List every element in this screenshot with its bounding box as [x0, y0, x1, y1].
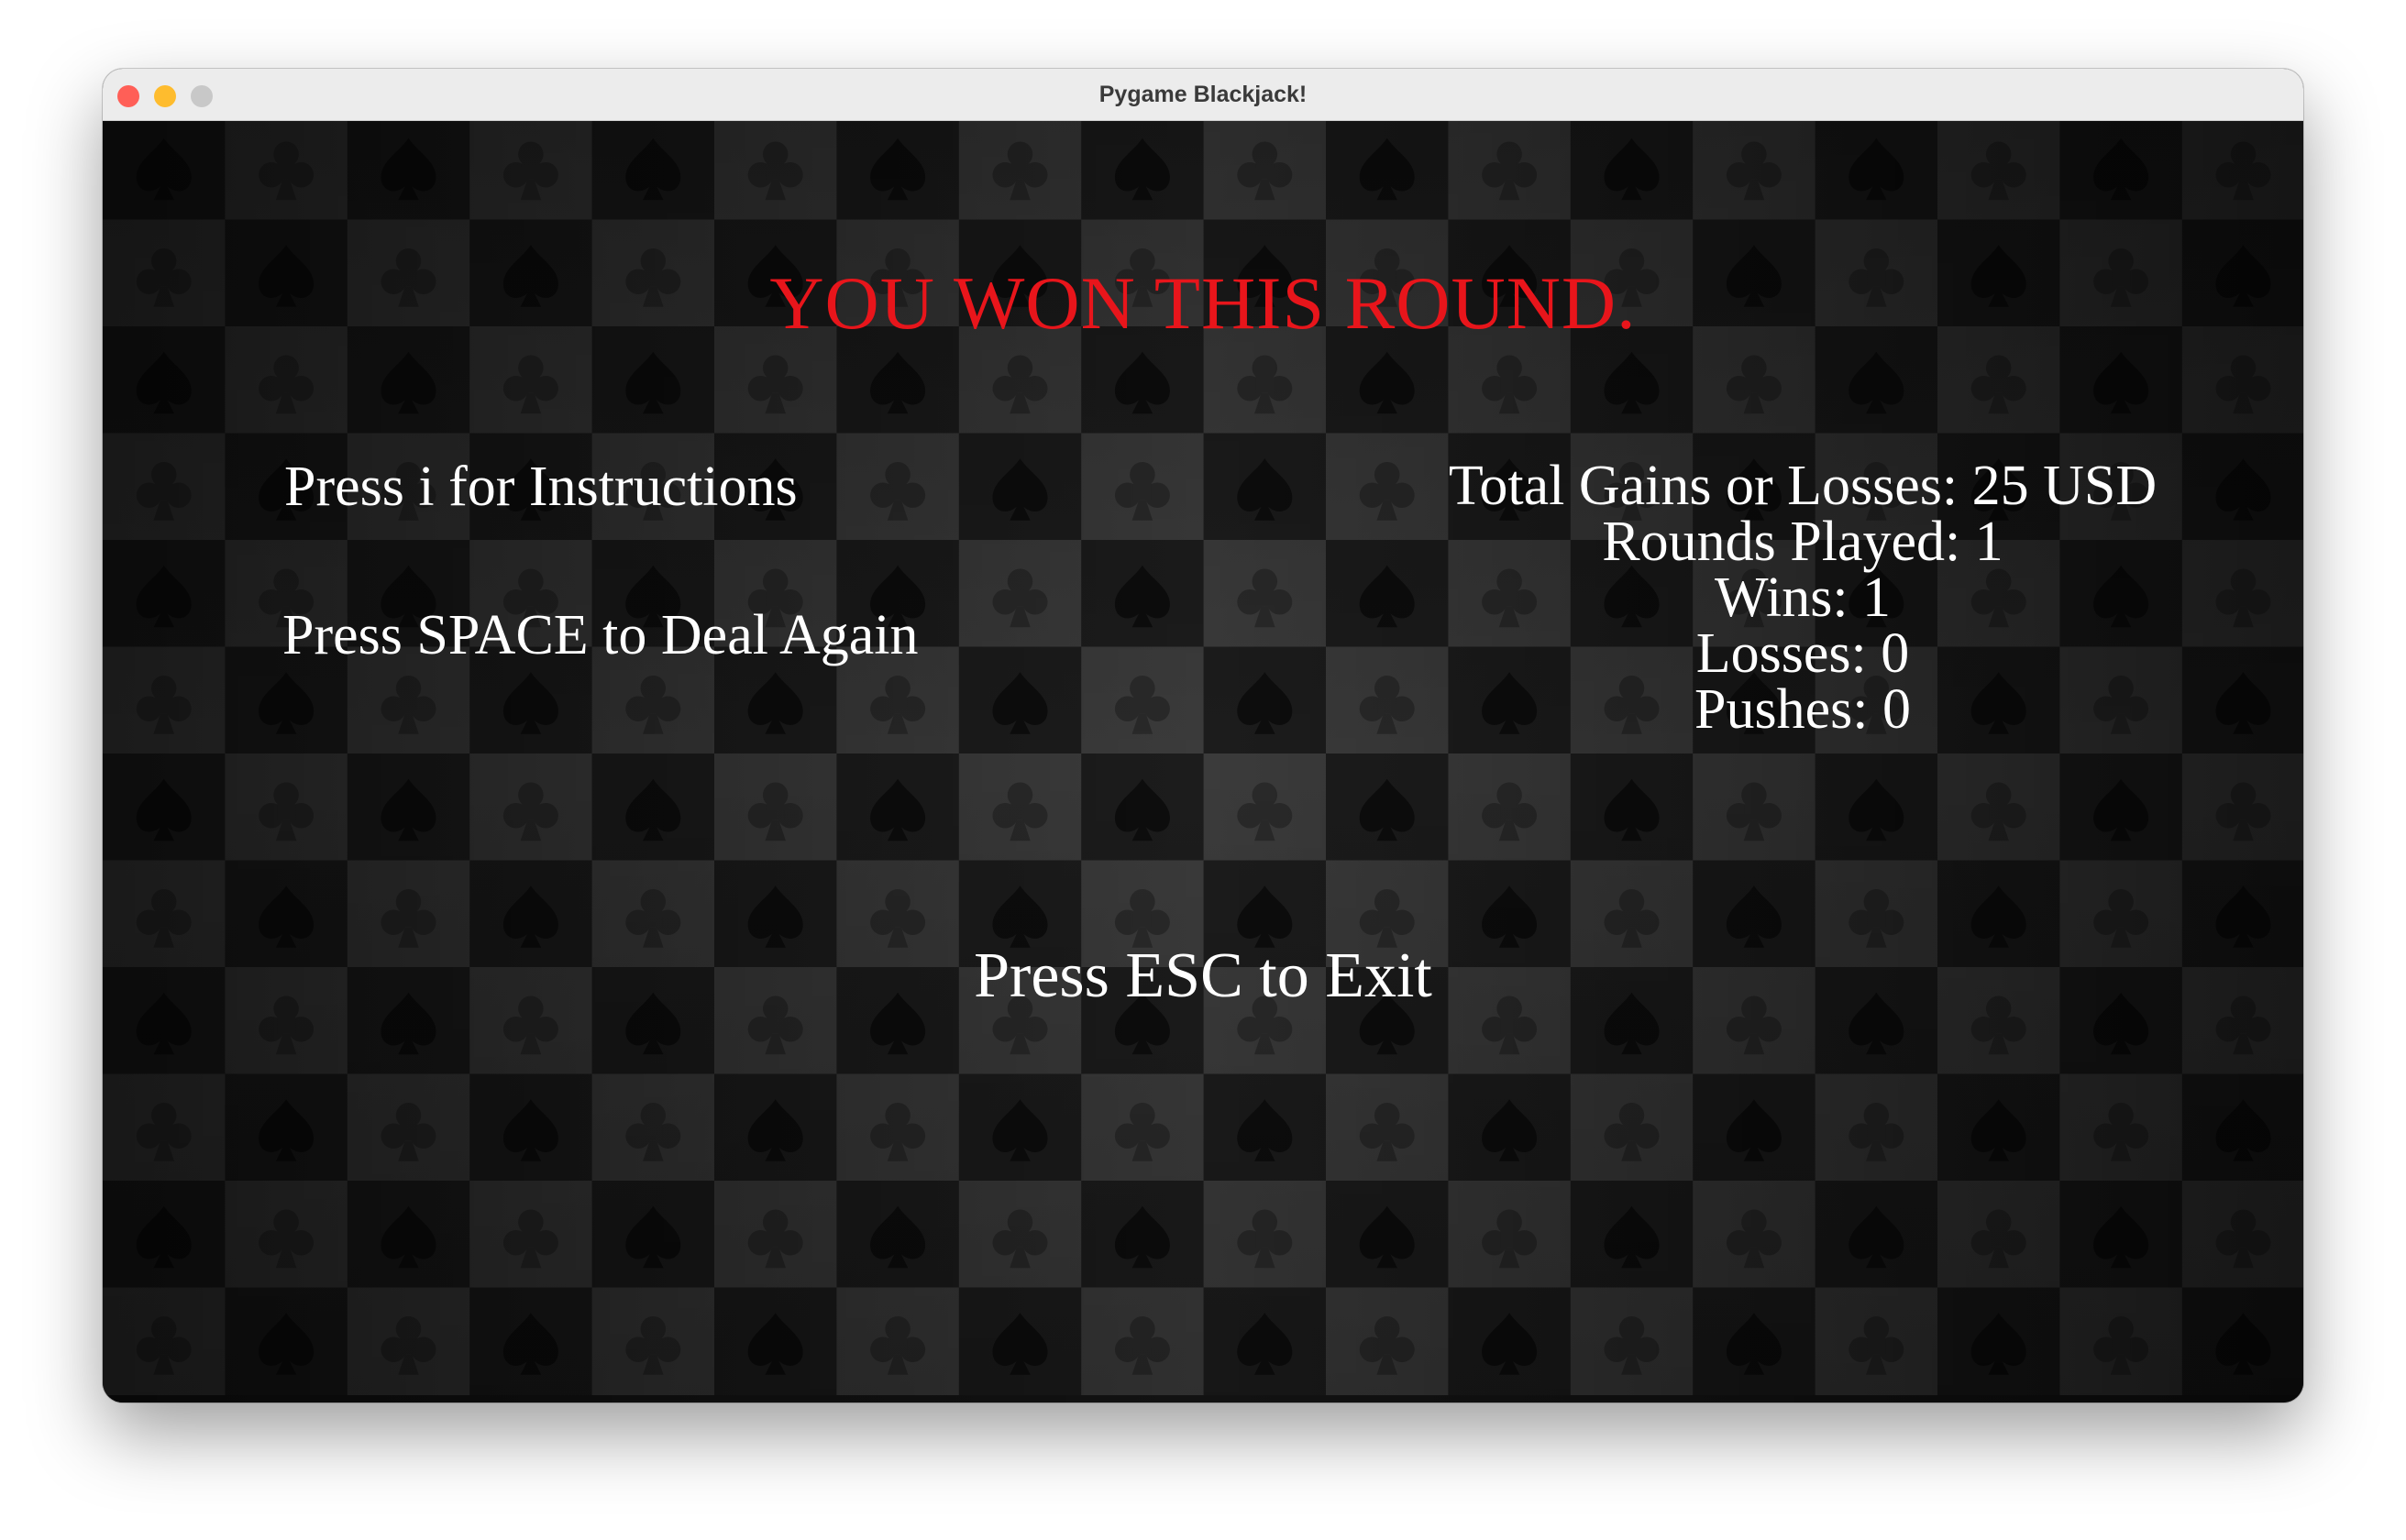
rounds-played: Rounds Played: 1: [1602, 511, 2003, 573]
instructions-prompt: Press i for Instructions: [284, 456, 798, 518]
wins-count: Wins: 1: [1714, 566, 1892, 629]
game-canvas[interactable]: YOU WON THIS ROUND. Press i for Instruct…: [103, 121, 2303, 1402]
desktop-stage: Pygame Blackjack! YOU WON THIS ROUND. Pr…: [0, 0, 2406, 1540]
round-result-message: YOU WON THIS ROUND.: [769, 261, 1637, 345]
title-bar[interactable]: Pygame Blackjack!: [103, 69, 2303, 121]
deal-again-prompt: Press SPACE to Deal Again: [282, 604, 919, 666]
window-title: Pygame Blackjack!: [1098, 82, 1308, 107]
app-window: Pygame Blackjack! YOU WON THIS ROUND. Pr…: [103, 69, 2303, 1402]
total-gains-losses: Total Gains or Losses: 25 USD: [1448, 455, 2158, 517]
losses-count: Losses: 0: [1695, 622, 1910, 685]
exit-prompt: Press ESC to Exit: [974, 940, 1432, 1011]
session-stats: Total Gains or Losses: 25 USD Rounds Pla…: [1419, 455, 2186, 741]
pushes-count: Pushes: 0: [1694, 678, 1911, 741]
